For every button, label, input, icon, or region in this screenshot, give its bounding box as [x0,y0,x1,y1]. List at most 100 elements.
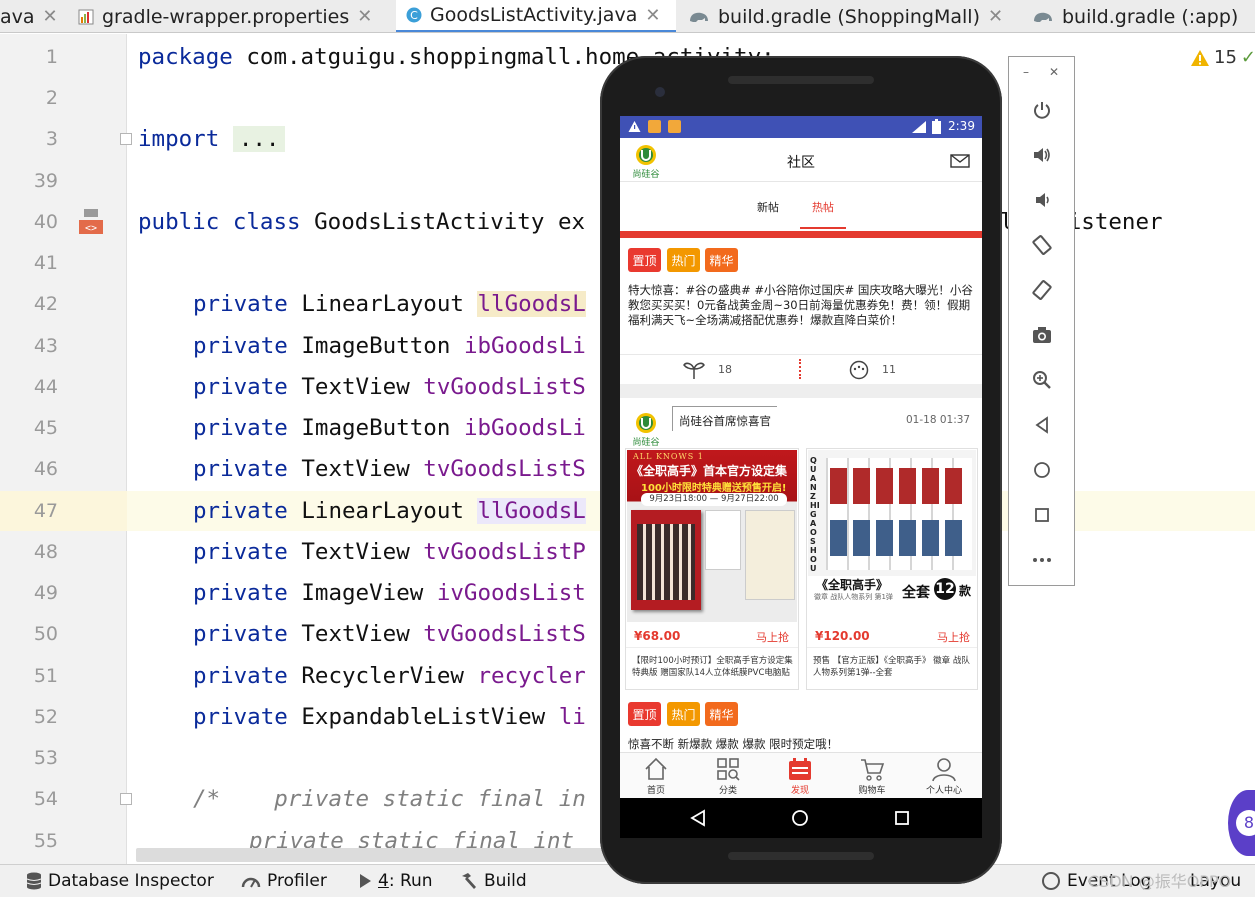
code-line-50[interactable]: private TextView tvGoodsListS [193,614,586,654]
tab-build-gradle-app[interactable]: build.gradle (:app) [1032,0,1255,32]
code-line-45[interactable]: private ImageButton ibGoodsLi [193,408,586,448]
home-circle-icon[interactable] [791,809,809,827]
line-number: 3 [45,128,58,150]
tab-label: ava [0,5,35,28]
buy-now-link[interactable]: 马上抢 [937,629,970,645]
code-line-52[interactable]: private ExpandableListView li [193,697,586,737]
run-button[interactable]: 4: Run [358,871,433,891]
tag-pinned[interactable]: 置顶 [628,248,661,272]
post-text[interactable]: 惊喜不断 新爆款 爆款 爆款 限时预定哦！ [628,737,976,751]
rotate-left-button[interactable] [1029,232,1055,258]
badge-row [830,520,968,556]
product-card-1[interactable]: ALL KNOWS 1 《全职高手》首本官方设定集 100小时限时特典赠送预售开… [625,448,799,690]
emulator-controls-panel: – ✕ [1008,56,1075,586]
banner-strip: 《全职高手》 徽章 战队人物系列 第1弹 全套 12 款 [808,576,976,622]
database-inspector-button[interactable]: Database Inspector [26,871,214,891]
tag-featured[interactable]: 精华 [705,702,738,726]
logo-text: 尚硅谷 [632,438,660,448]
close-icon[interactable]: ✕ [645,5,660,26]
profiler-button[interactable]: Profiler [241,871,327,891]
side-title: QUANZHIGAOSHOU [810,456,820,573]
minimize-icon[interactable]: – [1023,65,1029,79]
phone-screen[interactable]: 2:39 尚硅谷 社区 新帖 热帖 置顶 热门 精华 特大惊喜：#谷の盛典# #… [620,116,982,798]
tab-goods-list-activity[interactable]: C GoodsListActivity.java ✕ [396,0,676,32]
build-button[interactable]: Build [460,871,527,891]
book-cover [631,510,701,610]
comment-icon[interactable] [848,360,870,380]
close-icon[interactable]: ✕ [357,6,372,27]
like-sprout-icon[interactable] [682,360,706,380]
watermark-text: CSDN @振华OPPO [1088,872,1232,891]
rotate-right-button[interactable] [1029,277,1055,303]
overview-button[interactable] [1029,502,1055,528]
folded-imports[interactable]: ... [232,126,286,152]
close-icon[interactable]: ✕ [1049,65,1059,79]
code-line-51[interactable]: private RecyclerView recycler [193,656,586,696]
more-options-button[interactable] [1029,547,1055,573]
more-dots-icon [1033,558,1051,562]
tab-build-gradle-project[interactable]: build.gradle (ShoppingMall) ✕ [688,0,1026,32]
logo-mark-icon [636,413,656,433]
fold-toggle-icon[interactable] [120,133,132,145]
book-info-card [745,510,795,600]
layout-link-icon[interactable]: <> [77,208,105,236]
app-notification-icon [648,120,661,133]
banner-line: 全套 [902,585,930,601]
horizontal-scrollbar[interactable] [136,848,606,862]
banner-line: 9月23日18:00 — 9月27日22:00 [641,493,787,506]
tag-featured[interactable]: 精华 [705,248,738,272]
close-icon[interactable]: ✕ [43,6,58,27]
warnings-indicator[interactable]: 15 ✓ [1190,47,1255,68]
user-avatar[interactable]: 尚硅谷 [628,412,664,448]
power-button[interactable] [1029,97,1055,123]
nav-home[interactable]: 首页 [620,753,692,798]
code-line-54[interactable]: /* private static final in [193,779,586,819]
volume-down-button[interactable] [1029,187,1055,213]
banner-line: 100小时限时特典赠送预售开启! [641,483,787,494]
tab-hot-posts[interactable]: 热帖 [800,199,846,229]
nav-profile[interactable]: 个人中心 [908,753,980,798]
product-description: 【限时100小时预订】全职高手官方设定集 特典版 赠国家队14人立体纸膜PVC电… [632,656,793,678]
back-button[interactable] [1029,412,1055,438]
code-line-43[interactable]: private ImageButton ibGoodsLi [193,326,586,366]
code-line-3[interactable]: import ... [138,119,286,159]
code-line-49[interactable]: private ImageView ivGoodsList [193,573,586,613]
tag-hot[interactable]: 热门 [667,702,700,726]
mail-icon[interactable] [950,154,970,168]
camera-icon [1033,327,1051,343]
overview-square-icon[interactable] [894,810,910,826]
home-button[interactable] [1029,457,1055,483]
tab-java[interactable]: ava ✕ [0,0,70,32]
zoom-in-icon [1033,371,1051,389]
post-author[interactable]: 尚硅谷首席惊喜官 [672,406,777,431]
buy-now-link[interactable]: 马上抢 [756,629,789,645]
screenshot-button[interactable] [1029,322,1055,348]
fold-toggle-icon[interactable] [120,793,132,805]
mascot-badge[interactable]: 8 [1228,790,1255,856]
back-triangle-icon[interactable] [690,809,706,827]
nav-discover[interactable]: 发现 [764,753,836,798]
zoom-button[interactable] [1029,367,1055,393]
nav-category[interactable]: 分类 [692,753,764,798]
tab-new-posts[interactable]: 新帖 [757,199,779,215]
book-slip [705,510,741,570]
volume-up-button[interactable] [1029,142,1055,168]
red-divider [620,231,982,238]
nav-cart[interactable]: 购物车 [836,753,908,798]
close-icon[interactable]: ✕ [988,6,1003,27]
gradle-elephant-icon [690,12,708,22]
code-line-47[interactable]: private LinearLayout llGoodsL [193,491,586,531]
tag-pinned[interactable]: 置顶 [628,702,661,726]
hammer-icon [462,873,476,889]
product-card-2[interactable]: QUANZHIGAOSHOU 《全职高手》 徽章 战队人物系列 第1弹 全套 1… [806,448,978,690]
code-line-40[interactable]: public class GoodsListActivity ex [138,202,585,242]
post-text[interactable]: 特大惊喜：#谷の盛典# #小谷陪你过国庆# 国庆攻略大曝光！小谷教您买买买！0元… [628,283,976,328]
tab-gradle-wrapper[interactable]: gradle-wrapper.properties ✕ [78,0,390,32]
tag-hot[interactable]: 热门 [667,248,700,272]
code-line-46[interactable]: private TextView tvGoodsListS [193,449,586,489]
banner-count: 12 [934,578,956,600]
code-line-44[interactable]: private TextView tvGoodsListS [193,367,586,407]
product-price: ¥120.00 [815,629,870,643]
code-line-48[interactable]: private TextView tvGoodsListP [193,532,586,572]
code-line-42[interactable]: private LinearLayout llGoodsL [193,284,586,324]
